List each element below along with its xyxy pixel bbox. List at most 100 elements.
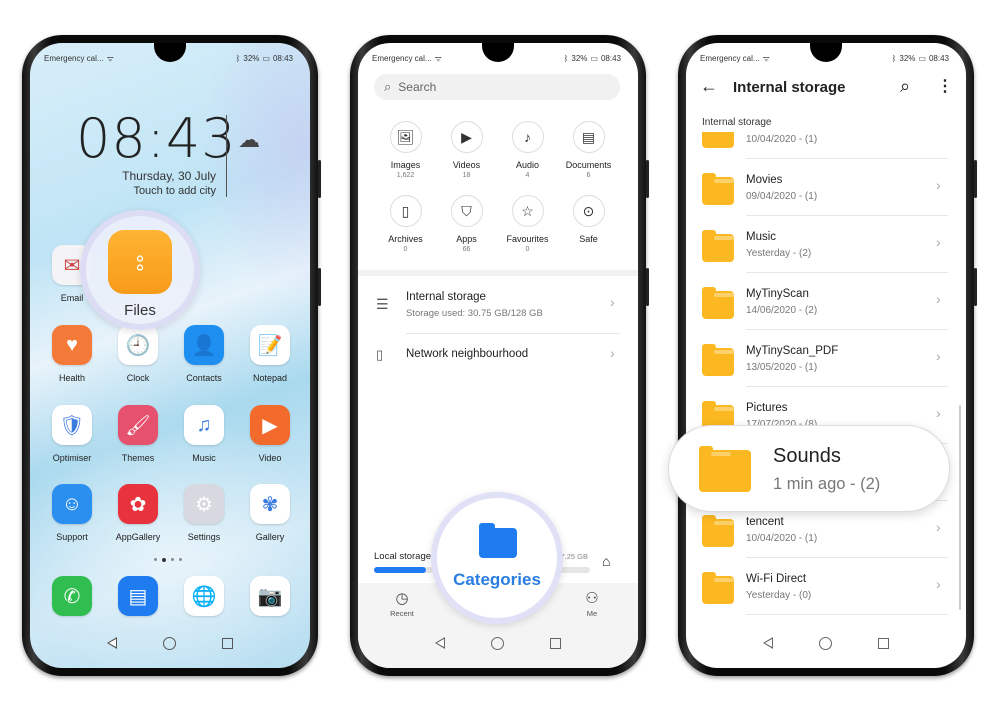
- chevron-right-icon: ›: [936, 348, 941, 364]
- app-appgallery[interactable]: ✿ AppGallery: [105, 484, 171, 542]
- category-videos[interactable]: ▶ Videos 18: [436, 121, 497, 179]
- more-options-icon[interactable]: ⋮: [937, 76, 953, 96]
- folder-row[interactable]: Movies 09/04/2020 - (1) ›: [686, 159, 956, 216]
- category-label: Videos: [452, 160, 481, 170]
- status-time: 08:43: [600, 53, 621, 63]
- scrollbar[interactable]: [959, 405, 961, 610]
- weather-cloudy-icon[interactable]: ☁: [238, 127, 260, 153]
- folder-icon: [699, 446, 751, 492]
- folder-icon: [702, 344, 734, 376]
- row-title: Internal storage: [406, 291, 486, 303]
- battery-icon: ▭: [918, 53, 926, 63]
- folder-row[interactable]: MyTinyScan_PDF 13/05/2020 - (1) ›: [686, 330, 956, 387]
- search-icon[interactable]: ⌕: [900, 76, 910, 97]
- carrier-text: Emergency cal...: [44, 53, 104, 63]
- side-button: [974, 268, 977, 306]
- category-label: Archives: [388, 234, 423, 244]
- folder-name: tencent: [746, 516, 784, 528]
- tab-label: Recent: [390, 609, 414, 618]
- dock-browser[interactable]: 🌐: [171, 576, 237, 616]
- clock-icon: ◷: [395, 590, 409, 607]
- chevron-right-icon: ›: [936, 405, 941, 421]
- breadcrumb[interactable]: Internal storage: [702, 117, 902, 131]
- search-placeholder: Search: [398, 80, 437, 94]
- search-input[interactable]: ⌕ Search: [374, 74, 620, 100]
- app-themes[interactable]: 🖌 Themes: [105, 405, 171, 463]
- app-optimiser[interactable]: 🛡 Optimiser: [39, 405, 105, 463]
- network-neighbourhood-row[interactable]: ▯ Network neighbourhood ›: [358, 335, 638, 375]
- page-indicator[interactable]: [154, 558, 182, 562]
- folder-list[interactable]: 10/04/2020 - (1) › Movies 09/04/2020 - (…: [686, 132, 966, 627]
- home-nav-icon[interactable]: [819, 636, 832, 650]
- camera-icon: 📷: [250, 576, 290, 616]
- category-favourites[interactable]: ☆ Favourites 0: [497, 195, 558, 253]
- category-label: Documents: [565, 160, 612, 170]
- tab-categories-magnified[interactable]: Categories: [431, 492, 563, 624]
- app-clock[interactable]: 🕘 Clock: [105, 325, 171, 383]
- status-time: 08:43: [928, 53, 949, 63]
- category-count: 6: [586, 172, 591, 179]
- category-label: Audio: [515, 160, 540, 170]
- folder-row[interactable]: MyTinyScan 14/06/2020 - (2) ›: [686, 273, 956, 330]
- chevron-right-icon: ›: [610, 345, 615, 361]
- folder-name: Wi-Fi Direct: [746, 573, 807, 585]
- add-city-link[interactable]: Touch to add city: [133, 185, 216, 197]
- category-archives[interactable]: ▯ Archives 0: [375, 195, 436, 253]
- dock-camera[interactable]: 📷: [237, 576, 303, 616]
- battery-icon: ▭: [590, 53, 598, 63]
- folder-icon: [702, 230, 734, 262]
- home-nav-icon[interactable]: [491, 636, 504, 650]
- folder-name: MyTinyScan_PDF: [746, 345, 839, 357]
- nav-bar: [358, 632, 638, 654]
- app-music[interactable]: ♫ Music: [171, 405, 237, 463]
- safe-icon: ⊙: [572, 195, 605, 227]
- app-gallery[interactable]: ✾ Gallery: [237, 484, 303, 542]
- app-health[interactable]: ♥ Health: [39, 325, 105, 383]
- category-apps[interactable]: ⛉ Apps 66: [436, 195, 497, 253]
- app-settings[interactable]: ⚙ Settings: [171, 484, 237, 542]
- back-nav-icon[interactable]: [435, 637, 445, 649]
- category-audio[interactable]: ♪ Audio 4: [497, 121, 558, 179]
- bluetooth-icon: ᛒ: [563, 53, 569, 63]
- category-documents[interactable]: ▤ Documents 6: [558, 121, 619, 179]
- app-support[interactable]: ☺ Support: [39, 484, 105, 542]
- recents-nav-icon[interactable]: [222, 637, 233, 649]
- category-safe[interactable]: ⊙ Safe: [558, 195, 619, 246]
- chevron-right-icon: ›: [610, 294, 615, 310]
- home-nav-icon[interactable]: [163, 636, 176, 650]
- music-icon: ♫: [184, 405, 224, 445]
- folder-meta: 09/04/2020 - (1): [746, 191, 818, 202]
- clock-widget[interactable]: 08:43: [76, 107, 237, 170]
- folder-highlight-sounds[interactable]: Sounds 1 min ago - (2): [668, 425, 950, 512]
- back-arrow-icon[interactable]: ←: [700, 76, 718, 97]
- back-nav-icon[interactable]: [107, 637, 117, 649]
- chevron-right-icon: ›: [936, 177, 941, 193]
- category-label: Safe: [579, 234, 598, 244]
- folder-name: Pictures: [746, 402, 788, 414]
- cleanup-broom-icon[interactable]: ⌂: [602, 553, 610, 569]
- folder-row[interactable]: 10/04/2020 - (1) ›: [686, 132, 956, 159]
- gallery-icon: ✾: [250, 484, 290, 524]
- app-video[interactable]: ▶ Video: [237, 405, 303, 463]
- folder-row[interactable]: Music Yesterday - (2) ›: [686, 216, 956, 273]
- folder-row[interactable]: Wi-Fi Direct Yesterday - (0) ›: [686, 558, 956, 615]
- tab-recent[interactable]: ◷ Recent: [382, 589, 422, 618]
- app-notepad[interactable]: 📝 Notepad: [237, 325, 303, 383]
- back-nav-icon[interactable]: [763, 637, 773, 649]
- messages-icon: ▤: [118, 576, 158, 616]
- category-images[interactable]: 🖼 Images 1,622: [375, 121, 436, 179]
- app-label: Themes: [121, 453, 155, 463]
- internal-storage-row[interactable]: ☰ Internal storage Storage used: 30.75 G…: [358, 283, 638, 331]
- dock-phone[interactable]: ✆: [39, 576, 105, 616]
- folder-meta: 10/04/2020 - (1): [746, 134, 818, 145]
- category-count: 18: [462, 172, 471, 179]
- recents-nav-icon[interactable]: [878, 637, 889, 649]
- tab-me[interactable]: ⚇ Me: [572, 589, 612, 618]
- files-app-magnified[interactable]: ⦂ Files: [80, 210, 200, 330]
- recents-nav-icon[interactable]: [550, 637, 561, 649]
- status-bar: Emergency cal... ᯤ ᛒ 32% ▭ 08:43: [44, 52, 296, 64]
- status-bar: Emergency cal... ᯤ ᛒ 32% ▭ 08:43: [372, 52, 624, 64]
- app-contacts[interactable]: 👤 Contacts: [171, 325, 237, 383]
- dock-messages[interactable]: ▤: [105, 576, 171, 616]
- app-label: Music: [192, 453, 216, 463]
